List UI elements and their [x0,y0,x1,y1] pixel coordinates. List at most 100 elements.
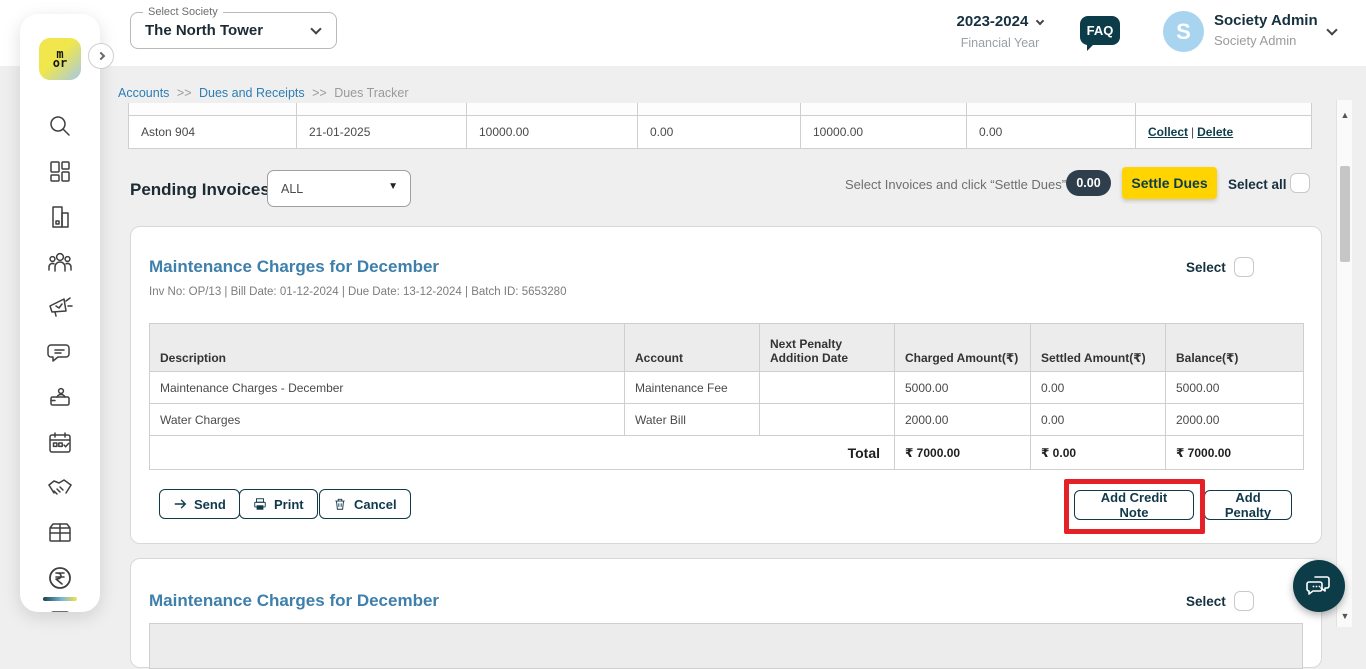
settle-amount-badge: 0.00 [1066,170,1111,196]
logo-glyph-bottom: or [53,59,67,68]
row-actions: Collect|Delete [1136,115,1312,148]
table-row: Aston 904 21-01-2025 10000.00 0.00 10000… [129,115,1312,148]
faq-button[interactable]: FAQ [1080,16,1120,45]
cell-settled: 0.00 [1031,404,1166,436]
delete-link[interactable]: Delete [1197,125,1233,139]
header-charged-amount: Charged Amount(₹) [895,324,1031,372]
page-title: Pending Invoices [130,180,270,200]
table-total-row: Total ₹ 7000.00 ₹ 0.00 ₹ 7000.00 [150,436,1304,470]
society-select-value: The North Tower [145,22,263,39]
cell-date: 21-01-2025 [297,115,467,148]
cell-charged: 10000.00 [467,115,638,148]
clipped-cell [297,103,467,115]
invoice-select-checkbox[interactable] [1234,591,1254,611]
financial-year-text: 2023-2024 [957,13,1029,30]
send-icon [173,497,187,511]
vertical-scrollbar[interactable]: ▲ ▼ [1336,100,1352,627]
invoice-card: Maintenance Charges for December Select [130,558,1322,668]
settle-dues-hint: Select Invoices and click “Settle Dues” [845,177,1066,192]
clipped-cell [1136,103,1312,115]
invoice-meta: Inv No: OP/13 | Bill Date: 01-12-2024 | … [149,286,566,298]
table-row: Water Charges Water Bill 2000.00 0.00 20… [150,404,1304,436]
cell-description: Water Charges [150,404,625,436]
calendar-icon[interactable] [47,430,73,456]
financial-year-value: 2023-2024 [945,13,1055,30]
add-penalty-label: Add Penalty [1218,490,1278,520]
clipped-cell [638,103,801,115]
cell-penalty-date [760,372,895,404]
select-all-checkbox[interactable] [1290,173,1310,193]
print-icon [253,497,267,511]
print-button[interactable]: Print [239,489,318,519]
avatar[interactable]: S [1163,11,1204,52]
table-row: Maintenance Charges - December Maintenan… [150,372,1304,404]
top-bar: Select Society The North Tower 2023-2024… [0,0,1366,66]
financial-year-selector[interactable]: 2023-2024 Financial Year [945,13,1055,50]
invoice-select-label: Select [1186,594,1226,609]
cell-settled: 0.00 [1031,372,1166,404]
accounts-rupee-icon[interactable] [47,565,73,591]
cell-balance: 2000.00 [1166,404,1304,436]
send-label: Send [194,497,226,512]
cancel-label: Cancel [354,497,397,512]
breadcrumb-accounts[interactable]: Accounts [118,86,169,100]
sidebar-expand-button[interactable] [88,43,114,69]
cell-charged: 5000.00 [895,372,1031,404]
announcements-icon[interactable] [47,294,73,320]
breadcrumb-separator: >> [177,86,192,100]
invoice-title: Maintenance Charges for December [149,257,439,277]
scrollbar-thumb[interactable] [1340,166,1350,262]
avatar-initial: S [1176,19,1191,45]
invoice-select-label: Select [1186,260,1226,275]
cell-penalty: 0.00 [967,115,1136,148]
society-select[interactable]: Select Society The North Tower [130,12,337,49]
cell-description: Maintenance Charges - December [150,372,625,404]
action-separator: | [1191,125,1194,139]
clipped-cell [129,103,297,115]
breadcrumb: Accounts >> Dues and Receipts >> Dues Tr… [118,86,409,100]
invoice-line-items-table: Description Account Next Penalty Additio… [149,323,1304,470]
invoice-select-checkbox[interactable] [1234,257,1254,277]
settle-dues-button[interactable]: Settle Dues [1122,167,1217,199]
scroll-up-arrow[interactable]: ▲ [1337,108,1353,122]
user-menu-chevron-icon[interactable] [1326,24,1337,35]
invoice-card: Maintenance Charges for December Select … [130,226,1322,544]
chat-support-fab[interactable] [1293,560,1345,612]
vendors-handshake-icon[interactable] [47,475,73,501]
total-charged: ₹ 7000.00 [895,436,1031,470]
collect-link[interactable]: Collect [1148,125,1188,139]
scroll-down-arrow[interactable]: ▼ [1337,609,1353,623]
send-button[interactable]: Send [159,489,240,519]
chevron-down-icon [310,23,321,34]
chat-icon[interactable] [47,340,73,366]
add-credit-note-button[interactable]: Add Credit Note [1074,490,1194,520]
dues-summary-table: Aston 904 21-01-2025 10000.00 0.00 10000… [128,103,1312,149]
chat-bubbles-icon [1306,573,1332,599]
header-description: Description [150,324,625,372]
breadcrumb-dues-and-receipts[interactable]: Dues and Receipts [199,86,305,100]
header-settled-amount: Settled Amount(₹) [1031,324,1166,372]
header-account: Account [625,324,760,372]
building-icon[interactable] [47,204,73,230]
search-icon[interactable] [47,113,73,139]
add-penalty-button[interactable]: Add Penalty [1204,490,1292,520]
app-logo[interactable]: m or [39,38,81,80]
invoice-filter-dropdown[interactable]: ALL ▼ [267,170,411,207]
table-header-row: Description Account Next Penalty Additio… [150,324,1304,372]
community-icon[interactable] [47,249,73,275]
invoice-filter-value: ALL [281,182,303,196]
helpdesk-icon[interactable] [47,385,73,411]
parcel-icon[interactable] [47,520,73,546]
user-name: Society Admin [1214,12,1318,29]
total-balance: ₹ 7000.00 [1166,436,1304,470]
print-label: Print [274,497,304,512]
header-next-penalty-date: Next Penalty Addition Date [760,324,895,372]
cancel-button[interactable]: Cancel [319,489,411,519]
chevron-down-icon [1036,17,1044,25]
breadcrumb-separator: >> [312,86,327,100]
dashboard-icon[interactable] [47,158,73,184]
society-select-label: Select Society [143,6,223,18]
cell-account: Maintenance Fee [625,372,760,404]
clipped-table-header [149,623,1303,669]
billing-icon[interactable] [47,610,73,612]
